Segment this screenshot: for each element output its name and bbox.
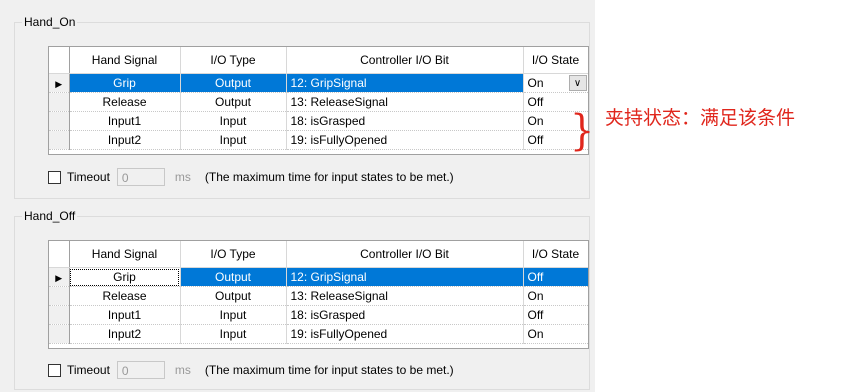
timeout-label[interactable]: Timeout bbox=[67, 170, 110, 184]
io-type-cell[interactable]: Input bbox=[180, 324, 287, 344]
column-header-io-type[interactable]: I/O Type bbox=[180, 241, 287, 268]
row-header[interactable] bbox=[49, 305, 70, 325]
timeout-unit: ms bbox=[174, 363, 191, 377]
column-header-io-state[interactable]: I/O State bbox=[523, 241, 588, 268]
table-row[interactable]: Release Output 13: ReleaseSignal Off bbox=[49, 92, 588, 112]
io-bit-cell[interactable]: 12: GripSignal bbox=[286, 73, 524, 93]
table-row[interactable]: ▶ Grip Output 12: GripSignal On ∨ bbox=[49, 73, 588, 93]
hand-off-timeout-row: Timeout 0 ms (The maximum time for input… bbox=[48, 360, 454, 380]
column-header-controller-io-bit[interactable]: Controller I/O Bit bbox=[286, 47, 524, 74]
table-row[interactable]: Input1 Input 18: isGrasped On bbox=[49, 111, 588, 131]
hand-signal-cell[interactable]: Input2 bbox=[69, 324, 181, 344]
row-header-corner bbox=[49, 47, 70, 74]
row-header[interactable] bbox=[49, 324, 70, 344]
row-pointer-icon[interactable]: ▶ bbox=[49, 73, 70, 93]
io-type-cell[interactable]: Output bbox=[180, 73, 287, 93]
chevron-down-icon[interactable]: ∨ bbox=[568, 75, 587, 91]
column-header-controller-io-bit[interactable]: Controller I/O Bit bbox=[286, 241, 524, 268]
io-state-cell[interactable]: Off bbox=[523, 305, 588, 325]
row-header[interactable] bbox=[49, 92, 70, 112]
hand-on-group-title: Hand_On bbox=[22, 15, 78, 29]
io-state-value: On bbox=[527, 76, 544, 90]
annotation-brace: } bbox=[570, 105, 595, 155]
timeout-label[interactable]: Timeout bbox=[67, 363, 110, 377]
io-bit-cell[interactable]: 18: isGrasped bbox=[286, 111, 524, 131]
timeout-input[interactable]: 0 bbox=[116, 361, 165, 379]
hand-signal-cell[interactable]: Grip bbox=[69, 267, 181, 287]
io-state-cell[interactable]: On bbox=[523, 324, 588, 344]
timeout-input[interactable]: 0 bbox=[116, 168, 165, 186]
hand-on-timeout-row: Timeout 0 ms (The maximum time for input… bbox=[48, 167, 454, 187]
io-state-cell[interactable]: On bbox=[523, 286, 588, 306]
hand-off-grid[interactable]: Hand Signal I/O Type Controller I/O Bit … bbox=[48, 240, 589, 349]
timeout-unit: ms bbox=[174, 170, 191, 184]
column-header-hand-signal[interactable]: Hand Signal bbox=[69, 47, 181, 74]
io-type-cell[interactable]: Output bbox=[180, 267, 287, 287]
grid-header-row: Hand Signal I/O Type Controller I/O Bit … bbox=[49, 241, 588, 268]
io-state-cell[interactable]: Off bbox=[523, 267, 588, 287]
annotation-text: 夹持状态：满足该条件 bbox=[605, 107, 796, 129]
timeout-checkbox[interactable] bbox=[48, 170, 61, 184]
row-header[interactable] bbox=[49, 111, 70, 131]
column-header-io-state[interactable]: I/O State bbox=[523, 47, 588, 74]
hand-signal-cell[interactable]: Input2 bbox=[69, 130, 181, 150]
io-bit-cell[interactable]: 13: ReleaseSignal bbox=[286, 286, 524, 306]
table-row[interactable]: Input2 Input 19: isFullyOpened Off bbox=[49, 130, 588, 150]
table-row[interactable]: ▶ Grip Output 12: GripSignal Off bbox=[49, 267, 588, 287]
hand-off-group-title: Hand_Off bbox=[22, 209, 78, 223]
row-header[interactable] bbox=[49, 130, 70, 150]
io-bit-cell[interactable]: 19: isFullyOpened bbox=[286, 324, 524, 344]
io-type-cell[interactable]: Output bbox=[180, 286, 287, 306]
row-pointer-icon[interactable]: ▶ bbox=[49, 267, 70, 287]
table-row[interactable]: Input2 Input 19: isFullyOpened On bbox=[49, 324, 588, 344]
hand-signal-cell[interactable]: Release bbox=[69, 286, 181, 306]
io-bit-cell[interactable]: 18: isGrasped bbox=[286, 305, 524, 325]
io-type-cell[interactable]: Output bbox=[180, 92, 287, 112]
grid-header-row: Hand Signal I/O Type Controller I/O Bit … bbox=[49, 47, 588, 74]
table-row[interactable]: Input1 Input 18: isGrasped Off bbox=[49, 305, 588, 325]
io-bit-cell[interactable]: 13: ReleaseSignal bbox=[286, 92, 524, 112]
hand-signal-cell[interactable]: Input1 bbox=[69, 111, 181, 131]
timeout-checkbox[interactable] bbox=[48, 363, 61, 377]
hand-on-grid[interactable]: Hand Signal I/O Type Controller I/O Bit … bbox=[48, 46, 589, 155]
timeout-note: (The maximum time for input states to be… bbox=[204, 170, 454, 184]
column-header-hand-signal[interactable]: Hand Signal bbox=[69, 241, 181, 268]
io-bit-cell[interactable]: 19: isFullyOpened bbox=[286, 130, 524, 150]
hand-signal-cell[interactable]: Release bbox=[69, 92, 181, 112]
column-header-io-type[interactable]: I/O Type bbox=[180, 47, 287, 74]
table-row[interactable]: Release Output 13: ReleaseSignal On bbox=[49, 286, 588, 306]
io-type-cell[interactable]: Input bbox=[180, 130, 287, 150]
io-type-cell[interactable]: Input bbox=[180, 305, 287, 325]
hand-io-settings-panel: Hand_On Hand Signal I/O Type Controller … bbox=[0, 0, 595, 392]
row-header-corner bbox=[49, 241, 70, 268]
hand-signal-cell[interactable]: Grip bbox=[69, 73, 181, 93]
hand-signal-cell[interactable]: Input1 bbox=[69, 305, 181, 325]
io-bit-cell[interactable]: 12: GripSignal bbox=[286, 267, 524, 287]
io-type-cell[interactable]: Input bbox=[180, 111, 287, 131]
io-state-combobox[interactable]: On ∨ bbox=[523, 73, 588, 93]
timeout-note: (The maximum time for input states to be… bbox=[204, 363, 454, 377]
row-header[interactable] bbox=[49, 286, 70, 306]
